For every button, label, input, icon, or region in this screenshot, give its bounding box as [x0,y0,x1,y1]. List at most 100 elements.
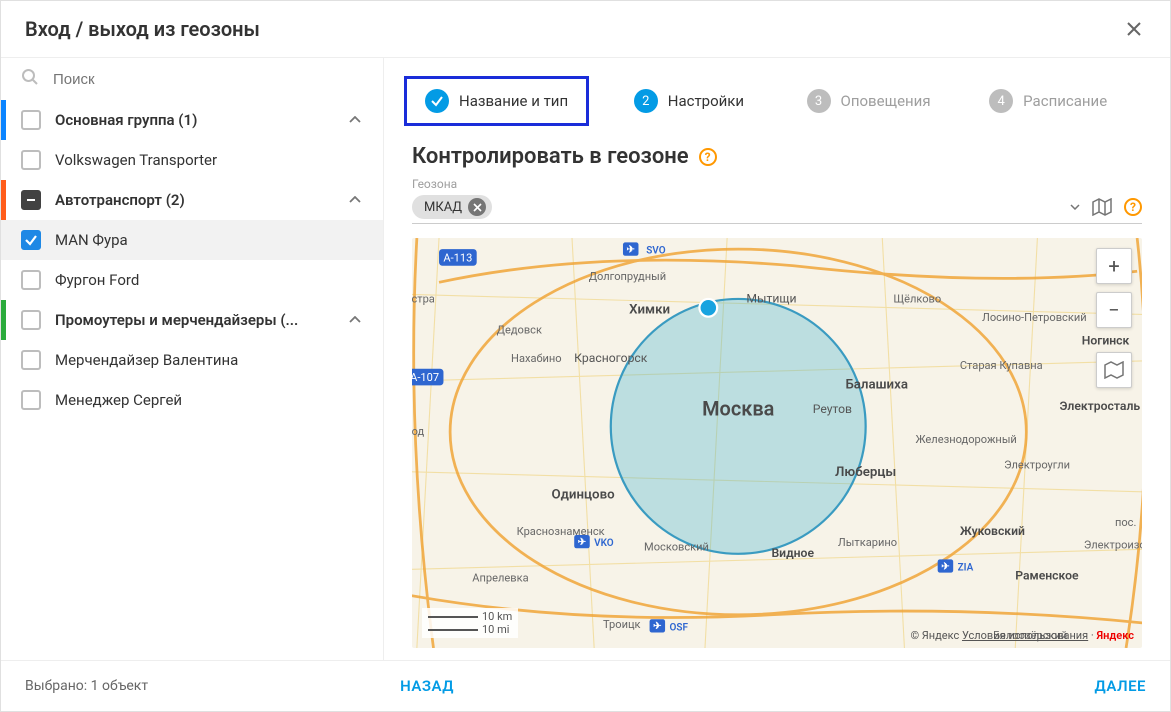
svg-text:Электроугли: Электроугли [1004,458,1070,471]
map-select-icon[interactable] [1092,198,1112,216]
tree-label: Мерчендайзер Валентина [55,351,367,369]
next-button[interactable]: ДАЛЕЕ [1095,677,1146,695]
help-icon[interactable]: ? [699,148,717,166]
svg-text:Нахабино: Нахабино [511,352,562,365]
dialog-title: Вход / выход из геозоны [25,17,260,41]
field-help-icon[interactable]: ? [1124,198,1142,216]
section-heading-text: Контролировать в геозоне [412,144,689,169]
geofence-chip-label: МКАД [424,200,462,215]
chevron-up-icon[interactable] [349,192,361,208]
map-terms-link[interactable]: Условия использования [962,629,1088,642]
svg-text:Дедовск: Дедовск [497,323,542,336]
svg-text:Красногорск: Красногорск [574,351,648,365]
tree-label: Фургон Ford [55,271,367,289]
svg-text:✈: ✈ [578,537,587,548]
svg-text:А-107: А-107 [412,371,439,384]
sidebar: Основная группа (1) Volkswagen Transporte… [1,58,384,660]
svg-text:Лосино-Петровский: Лосино-Петровский [982,311,1087,324]
geofence-input[interactable]: МКАД ? [412,191,1142,224]
tree-group[interactable]: Основная группа (1) [1,100,383,140]
blue-marker [1,100,6,140]
step-2[interactable]: 2Настройки [599,89,779,113]
svg-text:Реутов: Реутов [813,402,852,416]
close-button[interactable] [1122,17,1146,41]
tree-label: MAN Фура [55,231,367,249]
svg-text:VKO: VKO [594,538,614,549]
svg-text:Мытищи: Мытищи [746,291,796,305]
checkbox[interactable] [21,390,41,410]
tree-label: Volkswagen Transporter [55,151,367,169]
zoom-out-button[interactable]: − [1096,292,1132,328]
map-layers-button[interactable] [1096,352,1132,388]
svg-text:Одинцово: Одинцово [552,487,616,502]
checkbox[interactable] [21,310,41,330]
map-attribution: © Яндекс Условия использования · Яндекс [910,629,1134,642]
chip-remove-icon[interactable] [468,198,486,216]
dialog-header: Вход / выход из геозоны [1,1,1170,58]
svg-text:Видное: Видное [771,546,814,560]
dialog-footer: Выбрано: 1 объект НАЗАД ДАЛЕЕ [1,660,1170,711]
svg-text:Апрелевка: Апрелевка [472,572,528,585]
map-scale: 10 km 10 mi [422,608,518,638]
step-number: 3 [807,89,831,113]
back-button[interactable]: НАЗАД [400,677,454,695]
svg-text:Щёлково: Щёлково [893,292,941,305]
tree-item[interactable]: MAN Фура [1,220,383,260]
svg-text:✈: ✈ [941,561,950,572]
svg-text:енигород: енигород [412,425,425,438]
geofence-field-label: Геозона [412,177,1142,191]
checkbox[interactable] [21,270,41,290]
step-4[interactable]: 4 Расписание [958,89,1138,113]
tree-item[interactable]: Фургон Ford [1,260,383,300]
selection-status: Выбрано: 1 объект [25,678,148,694]
svg-text:Москва: Москва [702,397,774,420]
search-row [1,58,383,100]
tree-group[interactable]: Автотранспорт (2) [1,180,383,220]
zoom-in-button[interactable]: + [1096,248,1132,284]
svg-text:Раменское: Раменское [1015,568,1079,582]
main-panel: Название и тип 2Настройки 3 Оповещения 4 Расп… [384,58,1170,660]
checkbox[interactable] [21,350,41,370]
dropdown-icon[interactable] [1070,204,1080,210]
svg-text:OSF: OSF [670,622,689,633]
step-1[interactable]: Название и тип [404,76,589,126]
checkbox[interactable] [21,230,41,250]
green-marker [1,300,6,340]
chevron-up-icon[interactable] [349,112,361,128]
svg-text:Химки: Химки [629,302,670,317]
step-label: Оповещения [841,92,931,110]
search-icon [21,68,39,90]
orange-marker [1,180,6,220]
svg-text:✈: ✈ [653,621,662,632]
tree-label: Автотранспорт (2) [55,191,335,209]
svg-text:Электроизолятор: Электроизолятор [1084,538,1142,551]
tree-item[interactable]: Менеджер Сергей [1,380,383,420]
map[interactable]: А-113 А-107 Москва Химки Мытищи Реутов [412,238,1142,648]
svg-text:Долгопрудный: Долгопрудный [589,270,666,283]
svg-text:Истра: Истра [412,292,435,305]
content-area: Контролировать в геозоне ? Геозона МКАД [384,144,1170,660]
chevron-up-icon[interactable] [349,312,361,328]
check-icon [425,89,449,113]
svg-text:Троицк: Троицк [603,618,641,631]
step-label: Название и тип [459,92,568,110]
geofence-chip: МКАД [412,195,492,219]
tree-group[interactable]: Промоутеры и мерчендайзеры (... [1,300,383,340]
search-input[interactable] [53,71,367,88]
dialog: Вход / выход из геозоны Основная группа … [0,0,1171,712]
tree-label: Промоутеры и мерчендайзеры (... [55,311,335,329]
svg-text:ZIA: ZIA [958,562,974,573]
section-heading: Контролировать в геозоне ? [412,144,1142,169]
checkbox[interactable] [21,150,41,170]
step-label: Расписание [1023,92,1107,110]
svg-text:Лыткарино: Лыткарино [838,536,897,549]
dialog-body: Основная группа (1) Volkswagen Transporte… [1,58,1170,660]
tree-label: Основная группа (1) [55,111,335,129]
checkbox[interactable] [21,190,41,210]
step-3[interactable]: 3 Оповещения [779,89,959,113]
tree-item[interactable]: Volkswagen Transporter [1,140,383,180]
step-number: 4 [989,89,1013,113]
tree-label: Менеджер Сергей [55,391,367,409]
tree-item[interactable]: Мерчендайзер Валентина [1,340,383,380]
checkbox[interactable] [21,110,41,130]
